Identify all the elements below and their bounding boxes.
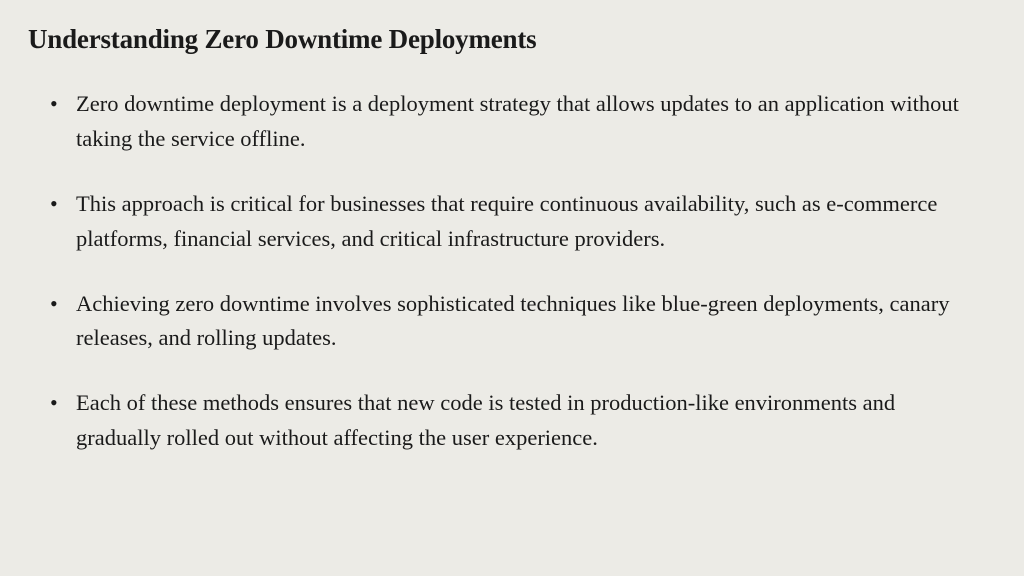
- bullet-list: Zero downtime deployment is a deployment…: [28, 87, 996, 456]
- list-item: Each of these methods ensures that new c…: [76, 386, 996, 456]
- list-item: This approach is critical for businesses…: [76, 187, 996, 257]
- list-item: Zero downtime deployment is a deployment…: [76, 87, 996, 157]
- page-title: Understanding Zero Downtime Deployments: [28, 24, 996, 55]
- list-item: Achieving zero downtime involves sophist…: [76, 287, 996, 357]
